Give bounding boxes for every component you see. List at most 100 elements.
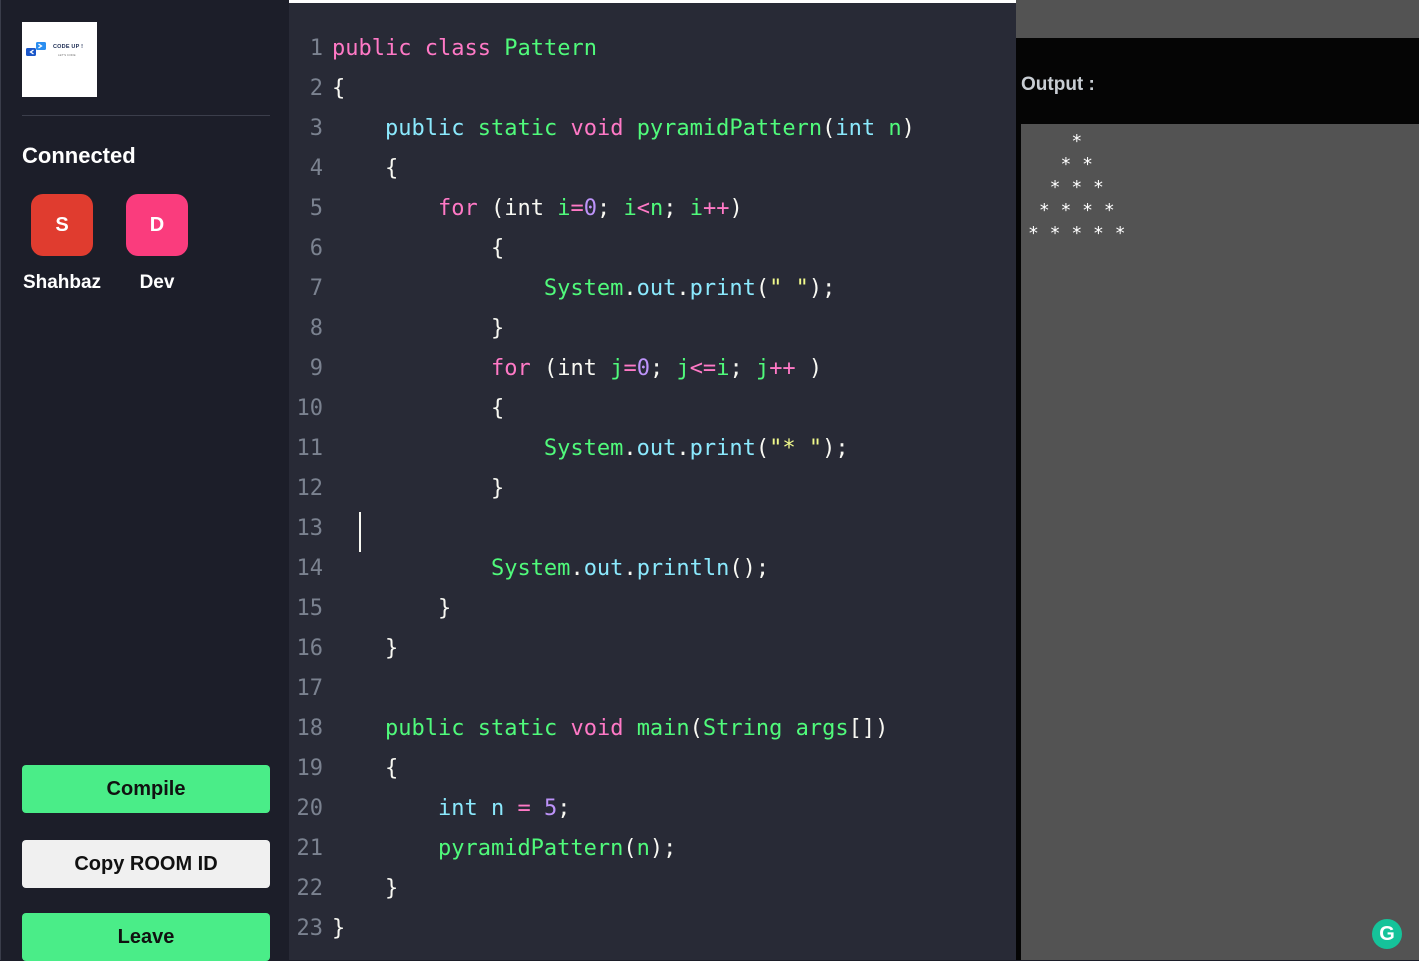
line-number: 4: [309, 156, 323, 181]
output-panel: * * * * * * * * * * * * * * *: [1021, 124, 1419, 960]
code-line[interactable]: 13: [289, 509, 1016, 549]
code-token: out: [636, 276, 677, 301]
app-logo: CODE UP ! LET'S CODE: [22, 22, 97, 97]
code-line[interactable]: 12 }: [289, 469, 1016, 509]
code-token: j: [610, 356, 624, 381]
output-label: Output :: [1021, 74, 1095, 95]
line-number: 1: [309, 36, 323, 61]
code-line[interactable]: 16 }: [289, 629, 1016, 669]
code-token: 5: [543, 796, 558, 821]
line-number: 8: [309, 316, 323, 341]
code-line[interactable]: 15 }: [289, 589, 1016, 629]
code-line[interactable]: 3 public static void pyramidPattern(int …: [289, 109, 1016, 149]
code-text: int n = 5;: [332, 789, 571, 829]
line-number: 20: [296, 796, 324, 821]
code-line[interactable]: 23}: [289, 909, 1016, 949]
grammarly-letter: G: [1379, 922, 1395, 945]
code-text: {: [332, 229, 504, 269]
code-token: n: [888, 116, 902, 141]
line-number: 14: [296, 556, 324, 581]
code-token: n: [636, 836, 650, 861]
code-text: for (int i=0; i<n; i++): [332, 189, 743, 229]
code-line[interactable]: 2{: [289, 69, 1016, 109]
code-line[interactable]: 6 {: [289, 229, 1016, 269]
code-token: }: [332, 476, 505, 501]
code-line[interactable]: 1 public class Pattern: [289, 29, 1016, 69]
code-token: " ": [769, 276, 809, 301]
code-token: ;: [649, 356, 677, 381]
grammarly-icon[interactable]: G: [1372, 919, 1402, 949]
code-token: class: [424, 36, 491, 61]
code-line[interactable]: 9 for (int j=0; j<=i; j++ ): [289, 349, 1016, 389]
code-line[interactable]: 20 int n = 5;: [289, 789, 1016, 829]
code-token: for: [437, 196, 478, 221]
compile-button[interactable]: Compile: [22, 765, 270, 813]
code-token: ): [901, 116, 915, 141]
code-line[interactable]: 8 }: [289, 309, 1016, 349]
code-token: }: [332, 316, 505, 341]
code-line[interactable]: 17: [289, 669, 1016, 709]
text-cursor: [359, 512, 361, 552]
code-token: void: [570, 716, 624, 741]
code-line[interactable]: 4 {: [289, 149, 1016, 189]
code-token: (: [755, 436, 770, 461]
code-token: Pattern: [504, 36, 597, 61]
code-line[interactable]: 5 for (int i=0; i<n; i++): [289, 189, 1016, 229]
line-number: 18: [296, 716, 324, 741]
code-line[interactable]: 7 System.out.print(" ");: [289, 269, 1016, 309]
client-name: Dev: [139, 272, 175, 293]
code-line[interactable]: 18 public static void main(String args[]…: [289, 709, 1016, 749]
code-line[interactable]: 21 pyramidPattern(n);: [289, 829, 1016, 869]
code-line[interactable]: 22 }: [289, 869, 1016, 909]
code-token: =: [517, 796, 531, 821]
code-token: .: [623, 436, 637, 461]
copy-room-id-button[interactable]: Copy ROOM ID: [22, 840, 270, 888]
code-token: print: [689, 436, 756, 461]
line-number: 12: [296, 476, 324, 501]
code-token: (: [623, 836, 637, 861]
code-text: System.out.print("* ");: [332, 429, 849, 469]
line-number: 9: [309, 356, 323, 381]
avatar-initial: D: [149, 213, 165, 236]
code-logo-icon: [26, 42, 46, 56]
code-line[interactable]: 10 {: [289, 389, 1016, 429]
code-token: ();: [729, 556, 770, 581]
line-number: 15: [296, 596, 324, 621]
code-token: System: [543, 436, 624, 461]
code-text: }: [332, 629, 398, 669]
code-line[interactable]: 14 System.out.println();: [289, 549, 1016, 589]
avatar: S: [31, 194, 93, 256]
line-number: 16: [296, 636, 324, 661]
code-editor[interactable]: 1 public class Pattern 2{3 public static v…: [289, 0, 1016, 960]
code-token: n: [649, 196, 664, 221]
leave-button[interactable]: Leave: [22, 913, 270, 961]
line-number: 22: [296, 876, 324, 901]
logo-text: CODE UP !: [53, 44, 84, 50]
code-token: .: [676, 436, 690, 461]
code-text: public static void pyramidPattern(int n): [332, 109, 915, 149]
code-token: (: [689, 716, 703, 741]
code-line[interactable]: 11 System.out.print("* ");: [289, 429, 1016, 469]
code-token: }: [332, 876, 399, 901]
code-token: public: [384, 116, 465, 141]
code-token: .: [676, 276, 690, 301]
code-token: (int: [477, 196, 558, 221]
code-line[interactable]: 19 {: [289, 749, 1016, 789]
code-token: .: [623, 556, 637, 581]
code-token: System: [543, 276, 624, 301]
code-token: public: [332, 36, 412, 61]
code-token: }: [332, 596, 452, 621]
code-text: for (int j=0; j<=i; j++ ): [332, 349, 822, 389]
code-token: <: [636, 196, 650, 221]
line-number: 21: [296, 836, 324, 861]
code-token: .: [570, 556, 584, 581]
code-text: System.out.print(" ");: [332, 269, 835, 309]
connected-heading: Connected: [22, 143, 136, 168]
